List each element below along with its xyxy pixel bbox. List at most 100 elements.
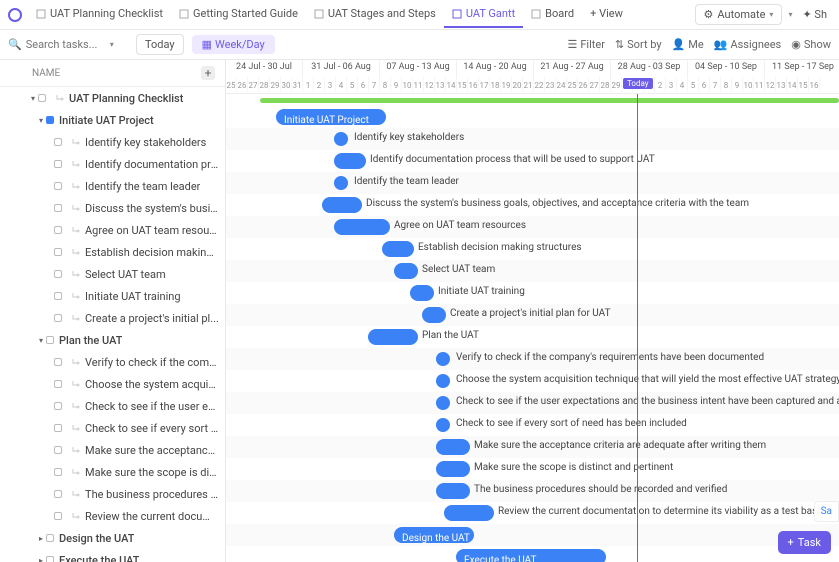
gantt-bar[interactable]: Design the UAT bbox=[394, 527, 474, 543]
day-header: 7 bbox=[710, 77, 721, 94]
gantt-bar[interactable] bbox=[334, 153, 366, 169]
gantt-bar[interactable] bbox=[394, 263, 418, 279]
weekday-toggle[interactable]: ▦Week/Day bbox=[192, 35, 275, 54]
chevron-down-icon[interactable]: ▾ bbox=[784, 10, 796, 19]
gantt-milestone[interactable] bbox=[334, 176, 348, 190]
day-header: 16 bbox=[468, 77, 479, 94]
plus-icon: + bbox=[788, 536, 794, 549]
today-button[interactable]: Today bbox=[136, 34, 184, 55]
day-header: 15 bbox=[798, 77, 809, 94]
tab-uat-planning-checklist[interactable]: UAT Planning Checklist bbox=[28, 1, 171, 28]
automate-button[interactable]: ⚙ Automate ▾ bbox=[695, 4, 783, 25]
row-label: The business procedures s... bbox=[85, 488, 219, 501]
tab-uat-gantt[interactable]: UAT Gantt bbox=[444, 1, 523, 28]
gantt-bar[interactable] bbox=[436, 439, 470, 455]
tree-row[interactable]: Identify the team leader bbox=[0, 175, 225, 197]
subtask-icon bbox=[71, 225, 81, 235]
users-icon: 👥 bbox=[714, 38, 728, 51]
tab-uat-stages-and-steps[interactable]: UAT Stages and Steps bbox=[306, 1, 444, 28]
search-input-wrap[interactable]: 🔍 ▾ bbox=[8, 38, 128, 51]
tree-row[interactable]: Initiate UAT training bbox=[0, 285, 225, 307]
day-header: 1 bbox=[303, 77, 314, 94]
chevron-down-icon[interactable]: ▾ bbox=[110, 40, 114, 49]
gantt-bar[interactable]: Initiate UAT Project bbox=[276, 109, 386, 125]
tree-row[interactable]: Make sure the scope is dis... bbox=[0, 461, 225, 483]
tree-row[interactable]: Choose the system acquisi... bbox=[0, 373, 225, 395]
day-header: 12 bbox=[765, 77, 776, 94]
assignees-button[interactable]: 👥Assignees bbox=[714, 38, 782, 51]
tree-row[interactable]: ▸Execute the UAT bbox=[0, 549, 225, 562]
week-header: 28 Aug - 03 Sep bbox=[611, 60, 688, 77]
tree-row[interactable]: Establish decision making ... bbox=[0, 241, 225, 263]
tree-row[interactable]: Check to see if the user ex... bbox=[0, 395, 225, 417]
subtask-icon bbox=[71, 181, 81, 191]
gantt-milestone[interactable] bbox=[436, 396, 450, 410]
new-task-button[interactable]: + Task bbox=[778, 531, 831, 554]
tree-row[interactable]: ▾Plan the UAT bbox=[0, 329, 225, 351]
share-button[interactable]: ✦ Sh bbox=[798, 5, 831, 24]
gantt-bar[interactable] bbox=[410, 285, 434, 301]
caret-icon[interactable]: ▾ bbox=[36, 116, 46, 125]
tree-row[interactable]: Review the current docum... bbox=[0, 505, 225, 527]
gantt-milestone[interactable] bbox=[334, 132, 348, 146]
gantt-bar[interactable] bbox=[436, 461, 470, 477]
gantt-milestone[interactable] bbox=[436, 418, 450, 432]
bar-label: Review the current documentation to dete… bbox=[498, 506, 823, 517]
sort-by-button[interactable]: ⇅Sort by bbox=[615, 38, 662, 51]
tree-row[interactable]: The business procedures s... bbox=[0, 483, 225, 505]
tree-row[interactable]: ▸Design the UAT bbox=[0, 527, 225, 549]
tree-row[interactable]: Identify documentation pro... bbox=[0, 153, 225, 175]
gantt-bar[interactable] bbox=[422, 307, 446, 323]
me-button[interactable]: 👤Me bbox=[672, 38, 704, 51]
filter-button[interactable]: ☰Filter bbox=[567, 38, 604, 51]
caret-icon[interactable]: ▾ bbox=[36, 336, 46, 345]
gantt-bar[interactable] bbox=[334, 219, 390, 235]
day-header: 4 bbox=[336, 77, 347, 94]
day-header: 7 bbox=[369, 77, 380, 94]
tree-row[interactable]: Agree on UAT team resour... bbox=[0, 219, 225, 241]
tree-row[interactable]: Identify key stakeholders bbox=[0, 131, 225, 153]
day-header: 21 bbox=[523, 77, 534, 94]
save-button[interactable]: Sa bbox=[814, 501, 839, 522]
row-label: Identify the team leader bbox=[85, 180, 200, 193]
tree-row[interactable]: Discuss the system's busin... bbox=[0, 197, 225, 219]
search-input[interactable] bbox=[26, 38, 106, 51]
caret-icon[interactable]: ▸ bbox=[36, 534, 46, 543]
day-header: 2 bbox=[655, 77, 666, 94]
day-header: 26 bbox=[578, 77, 589, 94]
gantt-bar[interactable] bbox=[436, 483, 470, 499]
tree-row[interactable]: Check to see if every sort ... bbox=[0, 417, 225, 439]
tab-board[interactable]: Board bbox=[523, 1, 582, 28]
bar-label: Agree on UAT team resources bbox=[394, 220, 526, 231]
bar-label: Identify the team leader bbox=[354, 176, 459, 187]
day-header: 31 bbox=[292, 77, 303, 94]
app-logo[interactable] bbox=[8, 8, 22, 22]
gantt-bar[interactable]: Execute the UAT bbox=[456, 549, 606, 562]
gantt-bar[interactable] bbox=[322, 197, 362, 213]
status-square bbox=[54, 248, 62, 256]
caret-icon[interactable]: ▸ bbox=[36, 556, 46, 562]
tab-getting-started-guide[interactable]: Getting Started Guide bbox=[171, 1, 306, 28]
day-header: 16 bbox=[809, 77, 820, 94]
add-column-button[interactable]: + bbox=[201, 66, 215, 80]
bar-label: Design the UAT bbox=[394, 531, 478, 547]
show-button[interactable]: ◉Show bbox=[791, 38, 831, 51]
day-header: 20 bbox=[512, 77, 523, 94]
subtask-icon bbox=[71, 159, 81, 169]
tree-row[interactable]: Select UAT team bbox=[0, 263, 225, 285]
tab--view[interactable]: + View bbox=[582, 1, 631, 28]
gantt-bar[interactable] bbox=[382, 241, 414, 257]
name-column-header: NAME bbox=[32, 68, 60, 79]
gantt-bar[interactable] bbox=[444, 505, 494, 521]
caret-icon[interactable]: ▾ bbox=[28, 94, 38, 103]
tree-row[interactable]: Make sure the acceptance ... bbox=[0, 439, 225, 461]
tree-row[interactable]: ▾Initiate UAT Project bbox=[0, 109, 225, 131]
tree-row[interactable]: Create a project's initial pl... bbox=[0, 307, 225, 329]
gantt-bar[interactable] bbox=[368, 329, 418, 345]
gantt-milestone[interactable] bbox=[436, 374, 450, 388]
status-square bbox=[54, 138, 62, 146]
gantt-milestone[interactable] bbox=[436, 352, 450, 366]
tree-row[interactable]: ▾UAT Planning Checklist bbox=[0, 87, 225, 109]
tree-row[interactable]: Verify to check if the comp... bbox=[0, 351, 225, 373]
day-header: 25 bbox=[567, 77, 578, 94]
